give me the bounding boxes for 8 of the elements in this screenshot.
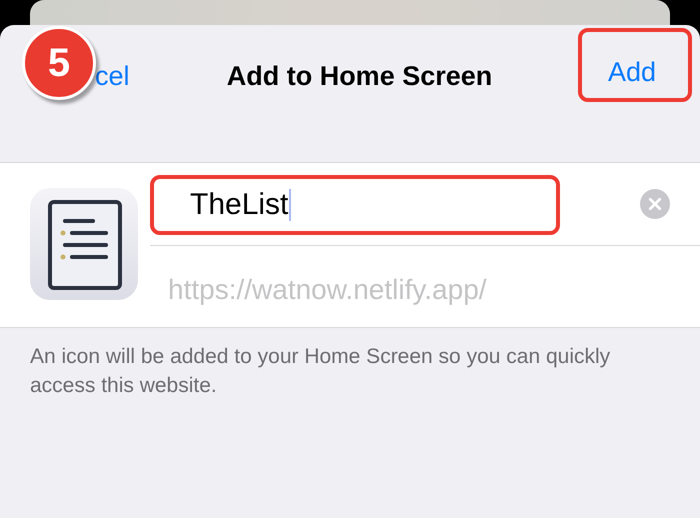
url-text: https://watnow.netlify.app/	[168, 274, 488, 306]
clear-icon[interactable]	[640, 189, 670, 219]
name-field[interactable]: TheList	[150, 175, 560, 235]
cancel-button[interactable]: cel	[95, 61, 129, 92]
add-button[interactable]: Add	[578, 28, 692, 102]
footer-note: An icon will be added to your Home Screen so you can quickly access this website.	[30, 344, 612, 399]
sheet-title: Add to Home Screen	[226, 61, 494, 92]
app-icon	[30, 188, 138, 300]
